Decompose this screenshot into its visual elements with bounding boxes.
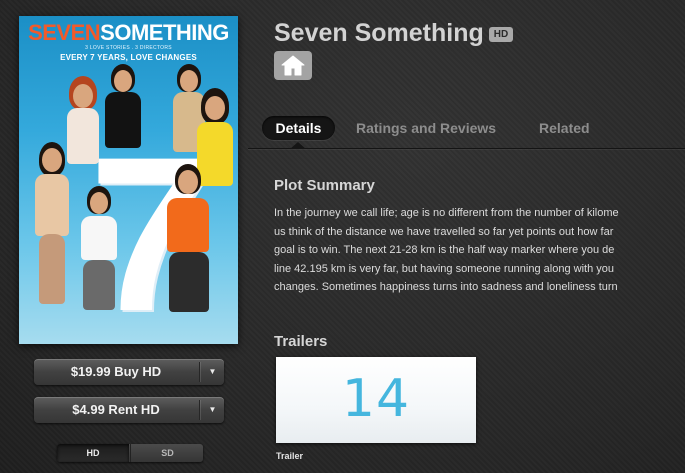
buy-hd-button[interactable]: $19.99 Buy HD ▼: [34, 359, 224, 385]
plot-line: goal is to win. The next 21-28 km is the…: [274, 244, 615, 256]
poster-figure: [63, 76, 103, 176]
active-tab-pointer: [290, 142, 306, 149]
poster-figure: [101, 64, 145, 154]
trailers-heading: Trailers: [274, 333, 328, 350]
poster-title: SEVENSOMETHING: [19, 22, 238, 44]
movie-page: SEVENSOMETHING 3 LOVE STORIES . 3 DIRECT…: [0, 0, 685, 473]
poster-credits: 3 LOVE STORIES . 3 DIRECTORS: [85, 45, 172, 51]
tabs-divider: [248, 148, 685, 149]
plot-line: line 42.195 km is very far, but having s…: [274, 262, 614, 275]
plot-line: changes. Sometimes happiness turns into …: [274, 281, 618, 293]
tab-ratings-and-reviews[interactable]: Ratings and Reviews: [356, 116, 496, 140]
quality-option-hd[interactable]: HD: [57, 444, 129, 462]
poster-figure: [77, 186, 121, 316]
quality-option-sd[interactable]: SD: [130, 444, 203, 462]
rent-options-dropdown-icon[interactable]: ▼: [201, 397, 224, 423]
poster-title-word2: SOMETHING: [100, 20, 229, 45]
trailer-thumbnail[interactable]: 14: [276, 357, 476, 443]
rent-hd-button[interactable]: $4.99 Rent HD ▼: [34, 397, 224, 423]
home-icon: [281, 55, 305, 76]
button-divider: [199, 400, 200, 420]
buy-options-dropdown-icon[interactable]: ▼: [201, 359, 224, 385]
quality-segmented-control: HD SD: [57, 444, 203, 462]
poster-tagline: EVERY 7 YEARS, LOVE CHANGES: [60, 53, 197, 62]
trailer-thumbnail-number: 14: [341, 369, 411, 429]
page-title: Seven Something: [274, 19, 484, 47]
plot-summary-text: In the journey we call life; age is no d…: [274, 204, 685, 297]
plot-summary-heading: Plot Summary: [274, 177, 375, 194]
movie-poster[interactable]: SEVENSOMETHING 3 LOVE STORIES . 3 DIRECT…: [19, 16, 238, 344]
plot-line: us think of the distance we have travell…: [274, 225, 614, 238]
tab-related[interactable]: Related: [539, 116, 590, 140]
home-button[interactable]: [274, 51, 312, 80]
button-divider: [199, 362, 200, 382]
poster-title-word1: SEVEN: [28, 20, 101, 45]
hd-badge: HD: [489, 27, 513, 42]
plot-line: In the journey we call life; age is no d…: [274, 207, 619, 219]
poster-figure: [159, 164, 221, 334]
trailer-label[interactable]: Trailer: [276, 451, 303, 461]
buy-hd-label: $19.99 Buy HD: [70, 364, 162, 379]
rent-hd-label: $4.99 Rent HD: [72, 402, 160, 417]
tab-details[interactable]: Details: [262, 116, 335, 140]
